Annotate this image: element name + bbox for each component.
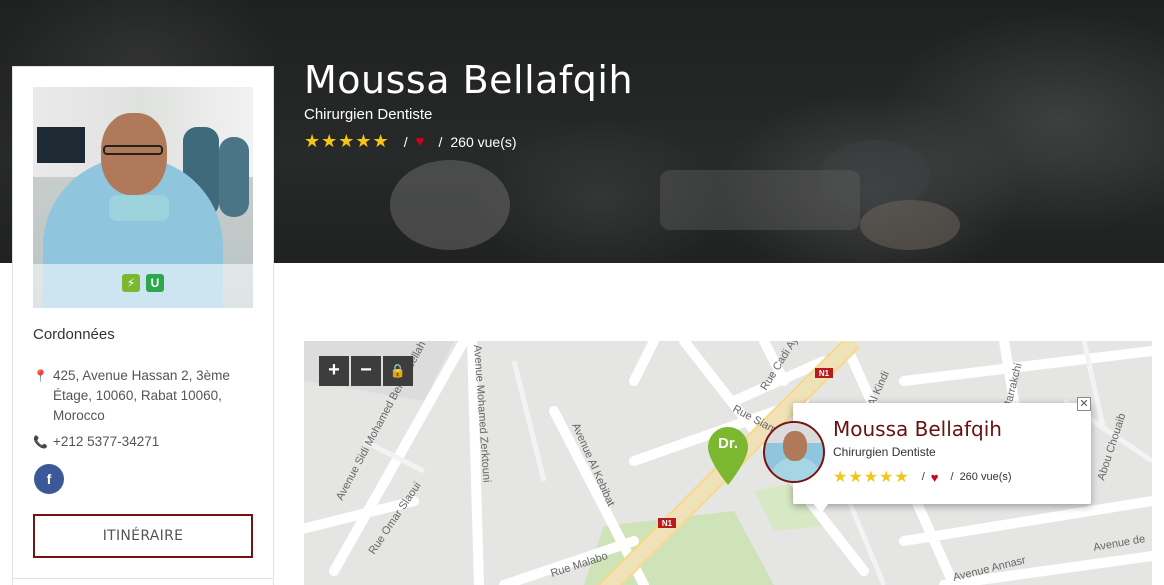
location-pin-icon: 📍 [33, 369, 48, 383]
shield-icon: U [146, 274, 164, 292]
separator: / [438, 133, 443, 150]
profile-photo: ⚡ U [33, 87, 253, 308]
map-marker[interactable]: Dr. [708, 427, 748, 485]
separator: / [921, 471, 925, 483]
popup-name[interactable]: Moussa Bellafqih [833, 417, 1002, 441]
phone-text[interactable]: +212 5377-34271 [53, 432, 159, 452]
facebook-icon[interactable]: f [34, 464, 64, 494]
marker-label: Dr. [717, 435, 738, 452]
profile-card: ⚡ U Cordonnées 📍 425, Avenue Hassan 2, 3… [12, 66, 274, 585]
separator: / [950, 471, 954, 483]
zoom-in-button[interactable]: + [319, 356, 349, 386]
page-title: Moussa Bellafqih [304, 58, 634, 102]
specialty: Chirurgien Dentiste [304, 106, 433, 123]
avatar [763, 421, 825, 483]
popup-arrow [813, 503, 829, 513]
star-rating-icon[interactable]: ★★★★★ [304, 131, 390, 152]
separator: / [403, 133, 408, 150]
zoom-out-button[interactable]: − [351, 356, 381, 386]
heart-icon[interactable]: ♥ [416, 133, 425, 150]
address-text: 425, Avenue Hassan 2, 3ème Étage, 10060,… [53, 368, 230, 423]
phone-row: 📞 +212 5377-34271 [33, 432, 159, 452]
contact-section-title: Cordonnées [33, 326, 115, 343]
map-popup: ✕ Moussa Bellafqih Chirurgien Dentiste ★… [763, 397, 1091, 513]
address-row: 📍 425, Avenue Hassan 2, 3ème Étage, 1006… [33, 366, 255, 426]
road-badge: N1 [819, 369, 830, 378]
view-count: 260 vue(s) [450, 133, 517, 150]
popup-specialty: Chirurgien Dentiste [833, 445, 936, 459]
view-count: 260 vue(s) [959, 471, 1012, 483]
phone-icon: 📞 [33, 435, 48, 449]
popup-rating-row: ★★★★★ / ♥ / 260 vue(s) [833, 467, 1012, 487]
divider [13, 578, 273, 579]
lock-icon[interactable]: 🔒 [383, 356, 413, 386]
rating-row: ★★★★★ / ♥ / 260 vue(s) [304, 131, 517, 152]
flash-icon: ⚡ [122, 274, 140, 292]
itinerary-button[interactable]: ITINÉRAIRE [33, 514, 253, 558]
heart-icon: ♥ [930, 469, 939, 485]
close-icon[interactable]: ✕ [1077, 397, 1091, 411]
road-badge: N1 [662, 519, 673, 528]
star-rating-icon: ★★★★★ [833, 469, 910, 486]
map[interactable]: N1 N1 Avenue Sidi Mohamed Ben Abdellah A… [304, 341, 1152, 585]
